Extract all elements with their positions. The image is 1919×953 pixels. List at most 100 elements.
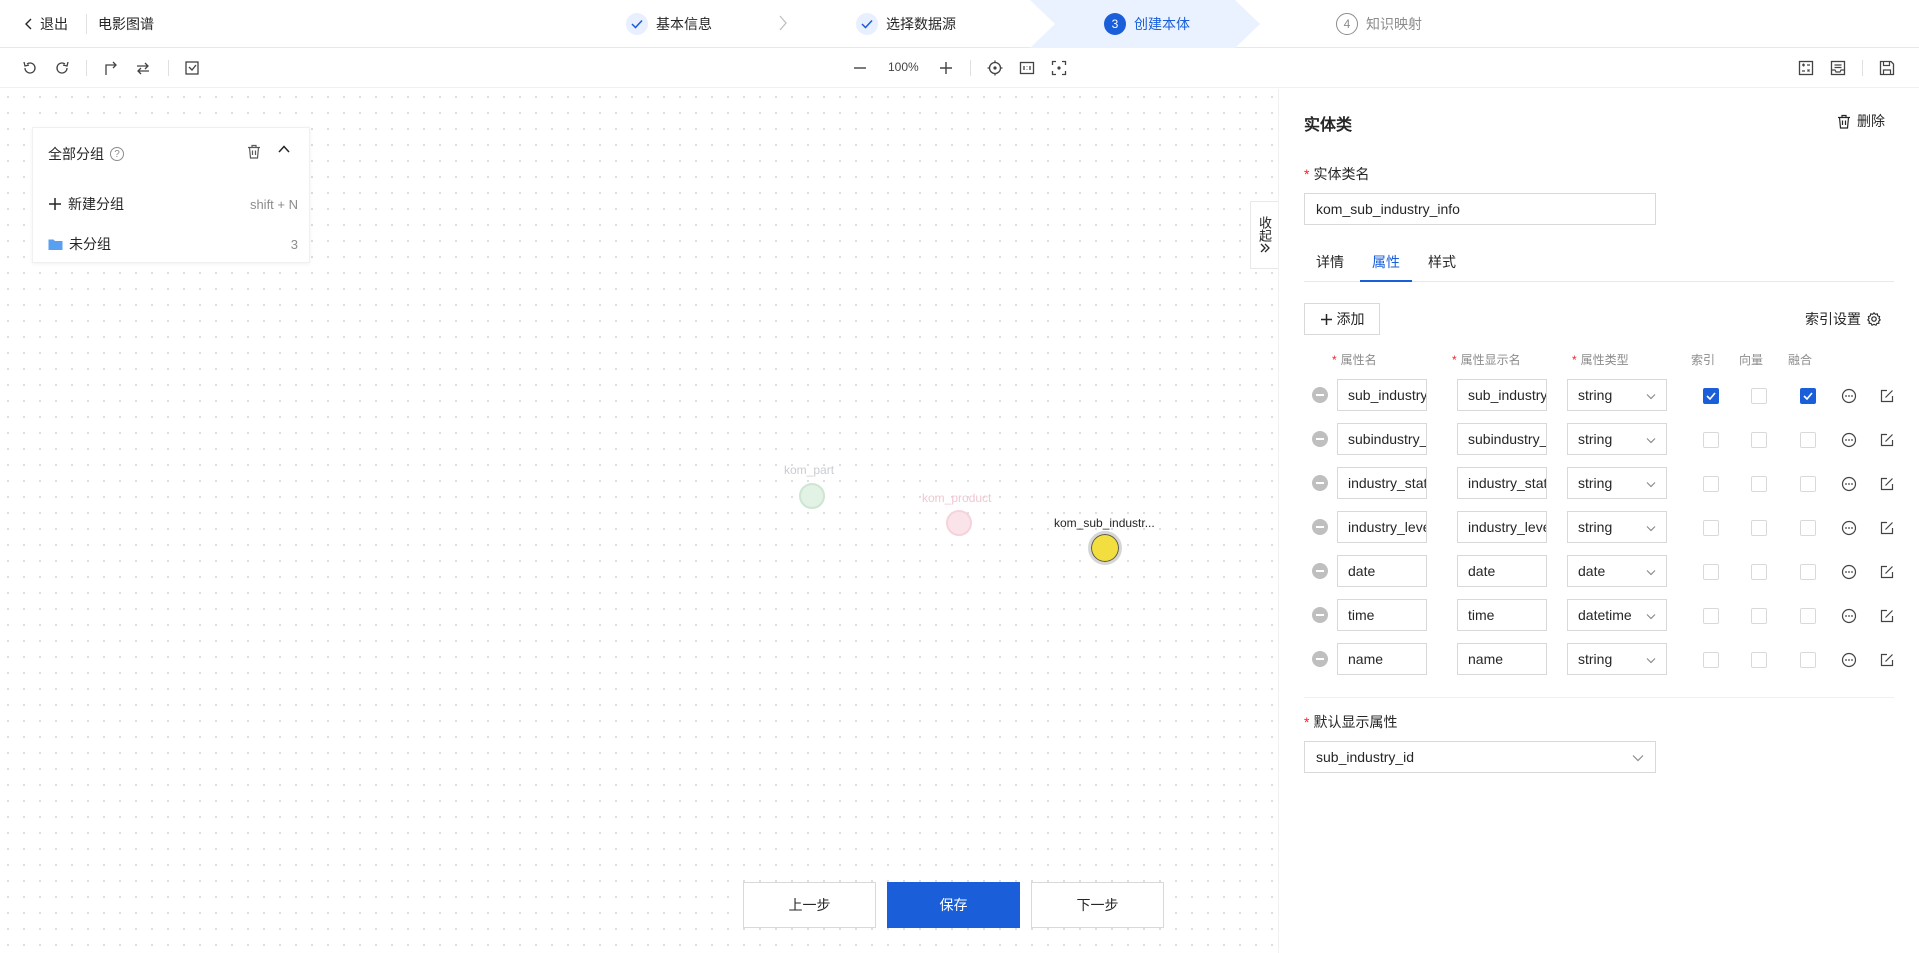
attribute-display-input[interactable]: name bbox=[1457, 643, 1547, 675]
attribute-name-input[interactable]: industry_level bbox=[1337, 511, 1427, 543]
more-options-icon[interactable] bbox=[1839, 430, 1859, 450]
more-options-icon[interactable] bbox=[1839, 562, 1859, 582]
import-icon[interactable] bbox=[182, 58, 202, 78]
delete-entity-button[interactable]: 删除 bbox=[1837, 111, 1885, 131]
reverse-edge-icon[interactable] bbox=[133, 58, 153, 78]
vector-checkbox[interactable] bbox=[1751, 520, 1767, 536]
edit-icon[interactable] bbox=[1877, 430, 1897, 450]
more-options-icon[interactable] bbox=[1839, 606, 1859, 626]
vector-checkbox[interactable] bbox=[1751, 608, 1767, 624]
tab-details[interactable]: 详情 bbox=[1316, 244, 1344, 282]
edit-icon[interactable] bbox=[1877, 386, 1897, 406]
add-edge-icon[interactable] bbox=[101, 58, 121, 78]
save-button[interactable]: 保存 bbox=[887, 882, 1020, 928]
attribute-type-select[interactable]: string bbox=[1567, 643, 1667, 675]
entity-name-input[interactable]: kom_sub_industry_info bbox=[1304, 193, 1656, 225]
vector-checkbox[interactable] bbox=[1751, 388, 1767, 404]
remove-attribute-button[interactable] bbox=[1312, 387, 1328, 403]
index-checkbox[interactable] bbox=[1703, 520, 1719, 536]
step-knowledge-mapping[interactable]: 4 知识映射 bbox=[1336, 0, 1422, 48]
more-options-icon[interactable] bbox=[1839, 518, 1859, 538]
vector-checkbox[interactable] bbox=[1751, 652, 1767, 668]
attribute-display-input[interactable]: sub_industry_ bbox=[1457, 379, 1547, 411]
attribute-name-input[interactable]: subindustry_n bbox=[1337, 423, 1427, 455]
merge-checkbox[interactable] bbox=[1800, 432, 1816, 448]
step-select-datasource[interactable]: 选择数据源 bbox=[856, 0, 956, 48]
attribute-type-select[interactable]: datetime bbox=[1567, 599, 1667, 631]
attribute-display-input[interactable]: industry_level bbox=[1457, 511, 1547, 543]
column-header-display-name: * 属性显示名 bbox=[1452, 353, 1521, 367]
edit-icon[interactable] bbox=[1877, 562, 1897, 582]
question-icon[interactable]: ? bbox=[110, 147, 124, 161]
inbox-icon[interactable] bbox=[1828, 58, 1848, 78]
merge-checkbox[interactable] bbox=[1800, 388, 1816, 404]
remove-attribute-button[interactable] bbox=[1312, 431, 1328, 447]
attribute-display-input[interactable]: time bbox=[1457, 599, 1547, 631]
attribute-name-input[interactable]: time bbox=[1337, 599, 1427, 631]
save-icon[interactable] bbox=[1877, 58, 1897, 78]
fullscreen-icon[interactable] bbox=[1049, 58, 1069, 78]
chevron-up-icon[interactable] bbox=[277, 142, 291, 159]
vector-checkbox[interactable] bbox=[1751, 476, 1767, 492]
attribute-name-input[interactable]: sub_industry_ bbox=[1337, 379, 1427, 411]
index-checkbox[interactable] bbox=[1703, 564, 1719, 580]
index-checkbox[interactable] bbox=[1703, 608, 1719, 624]
index-settings-button[interactable]: 索引设置 bbox=[1805, 309, 1881, 329]
attribute-type-select[interactable]: string bbox=[1567, 511, 1667, 543]
tab-attributes[interactable]: 属性 bbox=[1360, 244, 1412, 282]
trash-icon[interactable] bbox=[247, 144, 261, 162]
remove-attribute-button[interactable] bbox=[1312, 607, 1328, 623]
step-create-ontology[interactable]: 3 创建本体 bbox=[1104, 0, 1190, 48]
exit-button[interactable]: 退出 bbox=[24, 14, 68, 34]
merge-checkbox[interactable] bbox=[1800, 476, 1816, 492]
attribute-display-input[interactable]: industry_statu bbox=[1457, 467, 1547, 499]
attribute-type-select[interactable]: string bbox=[1567, 423, 1667, 455]
next-step-button[interactable]: 下一步 bbox=[1031, 882, 1164, 928]
edit-icon[interactable] bbox=[1877, 606, 1897, 626]
calculator-icon[interactable] bbox=[1796, 58, 1816, 78]
previous-step-button[interactable]: 上一步 bbox=[743, 882, 876, 928]
index-checkbox[interactable] bbox=[1703, 652, 1719, 668]
step-basic-info[interactable]: 基本信息 bbox=[626, 0, 712, 48]
attribute-row: sub_industry_ sub_industry_ string bbox=[1304, 374, 1904, 418]
more-options-icon[interactable] bbox=[1839, 386, 1859, 406]
fit-ratio-icon[interactable] bbox=[1017, 58, 1037, 78]
more-options-icon[interactable] bbox=[1839, 474, 1859, 494]
index-checkbox[interactable] bbox=[1703, 476, 1719, 492]
attribute-display-input[interactable]: date bbox=[1457, 555, 1547, 587]
vector-checkbox[interactable] bbox=[1751, 564, 1767, 580]
vector-checkbox[interactable] bbox=[1751, 432, 1767, 448]
attribute-type-select[interactable]: string bbox=[1567, 467, 1667, 499]
redo-icon[interactable] bbox=[52, 58, 72, 78]
attribute-name-input[interactable]: industry_statu bbox=[1337, 467, 1427, 499]
merge-checkbox[interactable] bbox=[1800, 520, 1816, 536]
index-checkbox[interactable] bbox=[1703, 432, 1719, 448]
remove-attribute-button[interactable] bbox=[1312, 475, 1328, 491]
attribute-name-input[interactable]: name bbox=[1337, 643, 1427, 675]
edit-icon[interactable] bbox=[1877, 474, 1897, 494]
default-display-select[interactable]: sub_industry_id bbox=[1304, 741, 1656, 773]
edit-icon[interactable] bbox=[1877, 650, 1897, 670]
zoom-out-icon[interactable] bbox=[850, 58, 870, 78]
more-options-icon[interactable] bbox=[1839, 650, 1859, 670]
remove-attribute-button[interactable] bbox=[1312, 651, 1328, 667]
undo-icon[interactable] bbox=[20, 58, 40, 78]
ungrouped-item[interactable]: 未分组 3 bbox=[48, 234, 298, 254]
remove-attribute-button[interactable] bbox=[1312, 563, 1328, 579]
remove-attribute-button[interactable] bbox=[1312, 519, 1328, 535]
attribute-display-input[interactable]: subindustry_n bbox=[1457, 423, 1547, 455]
locate-icon[interactable] bbox=[985, 58, 1005, 78]
edit-icon[interactable] bbox=[1877, 518, 1897, 538]
index-checkbox[interactable] bbox=[1703, 388, 1719, 404]
merge-checkbox[interactable] bbox=[1800, 564, 1816, 580]
merge-checkbox[interactable] bbox=[1800, 608, 1816, 624]
attribute-type-select[interactable]: string bbox=[1567, 379, 1667, 411]
zoom-in-icon[interactable] bbox=[936, 58, 956, 78]
attribute-type-select[interactable]: date bbox=[1567, 555, 1667, 587]
attribute-name-input[interactable]: date bbox=[1337, 555, 1427, 587]
add-attribute-button[interactable]: 添加 bbox=[1304, 303, 1380, 335]
merge-checkbox[interactable] bbox=[1800, 652, 1816, 668]
tab-style[interactable]: 样式 bbox=[1428, 244, 1456, 282]
collapse-panel-tab[interactable]: 收起 bbox=[1250, 201, 1278, 269]
new-group-button[interactable]: 新建分组 shift + N bbox=[48, 194, 298, 214]
